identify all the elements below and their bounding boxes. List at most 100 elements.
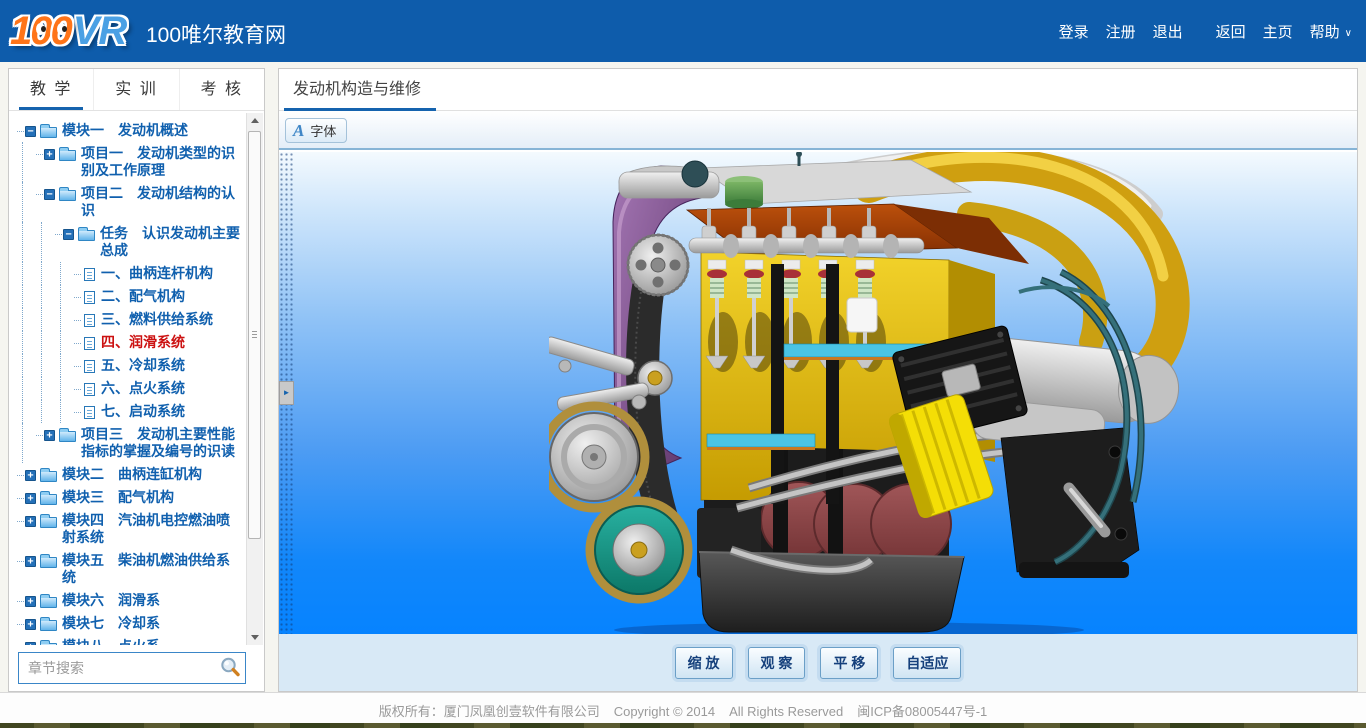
header-link-back[interactable]: 返回 xyxy=(1216,21,1246,42)
sidebar-tab-teaching[interactable]: 教 学 xyxy=(9,69,93,110)
tree-item-label: 六、点火系统 xyxy=(101,380,185,397)
expand-expander-icon[interactable]: + xyxy=(25,596,36,607)
magnifier-icon xyxy=(219,656,241,678)
footer: 版权所有：厦门凤凰创壹软件有限公司Copyright © 2014All Rig… xyxy=(0,692,1366,728)
folder-icon xyxy=(40,517,57,528)
chapter-search-input[interactable] xyxy=(19,660,217,676)
collapse-expander-icon[interactable]: − xyxy=(63,229,74,240)
tree-item-module-1[interactable]: − 模块一 发动机概述 xyxy=(9,119,246,142)
header-link-home[interactable]: 主页 xyxy=(1263,21,1293,42)
document-icon xyxy=(84,314,95,327)
tree-connector xyxy=(74,320,81,321)
tree-guide-line xyxy=(41,377,42,400)
font-a-icon: A xyxy=(293,122,304,139)
tree-item-label: 模块八 点火系 xyxy=(62,638,160,645)
tree-item-project-1[interactable]: +项目一 发动机类型的识别及工作原理 xyxy=(9,142,246,182)
tree-connector xyxy=(74,297,81,298)
tree-item-label: 项目二 发动机结构的认识 xyxy=(81,185,242,219)
collapse-expander-icon[interactable]: − xyxy=(25,126,36,137)
expand-expander-icon[interactable]: + xyxy=(44,149,55,160)
tree-item-item-ignition[interactable]: 六、点火系统 xyxy=(9,377,246,400)
tree-guide-line xyxy=(60,308,61,331)
viewer-3d-canvas[interactable]: ► xyxy=(279,152,1357,634)
sidebar-tabs: 教 学实 训考 核 xyxy=(9,69,264,111)
sidebar-tab-assessment[interactable]: 考 核 xyxy=(179,69,264,110)
sidebar-collapse-button[interactable]: ► xyxy=(279,381,294,405)
tree-item-item-cooling[interactable]: 五、冷却系统 xyxy=(9,354,246,377)
logo-vr-text: VR xyxy=(73,9,127,54)
tree-guide-line xyxy=(41,308,42,331)
tab-engine-construction[interactable]: 发动机构造与维修 xyxy=(293,69,421,111)
tree-item-label: 模块四 汽油机电控燃油喷射系统 xyxy=(62,512,242,546)
tree-connector xyxy=(17,521,24,522)
viewer-button-zoom[interactable]: 缩 放 xyxy=(675,647,733,679)
folder-icon xyxy=(59,190,76,201)
tree-item-label: 模块二 曲柄连缸机构 xyxy=(62,466,202,483)
tree-connector xyxy=(17,475,24,476)
tree-guide-line xyxy=(22,377,23,400)
expand-expander-icon[interactable]: + xyxy=(25,493,36,504)
header-link-help[interactable]: 帮助∨ xyxy=(1310,21,1352,42)
tree-item-label: 模块一 发动机概述 xyxy=(62,122,188,139)
collapse-expander-icon[interactable]: − xyxy=(44,189,55,200)
engine-3d-model[interactable] xyxy=(549,152,1209,634)
viewer-button-observe[interactable]: 观 察 xyxy=(748,647,806,679)
tree-item-project-2[interactable]: − 项目二 发动机结构的认识 xyxy=(9,182,246,222)
expand-expander-icon[interactable]: + xyxy=(25,642,36,645)
tree-item-item-starting[interactable]: 七、启动系统 xyxy=(9,400,246,423)
tree-item-module-4[interactable]: + 模块四 汽油机电控燃油喷射系统 xyxy=(9,509,246,549)
tree-item-task-main-assembly[interactable]: − 任务 认识发动机主要总成 xyxy=(9,222,246,262)
tree-item-item-valve-train[interactable]: 二、配气机构 xyxy=(9,285,246,308)
chapter-tree: −模块一 发动机概述+项目一 发动机类型的识别及工作原理−项目二 发动机结构的认… xyxy=(9,113,246,645)
tree-connector xyxy=(36,435,43,436)
tree-guide-line xyxy=(22,142,23,182)
expand-expander-icon[interactable]: + xyxy=(25,619,36,630)
scroll-down-arrow[interactable] xyxy=(247,629,263,645)
tree-connector xyxy=(17,624,24,625)
viewer-button-autofit[interactable]: 自适应 xyxy=(893,647,961,679)
search-button[interactable] xyxy=(217,655,243,681)
tree-item-module-7[interactable]: + 模块七 冷却系 xyxy=(9,612,246,635)
tree-guide-line xyxy=(22,331,23,354)
panel-splitter[interactable]: ► xyxy=(279,152,294,634)
expand-expander-icon[interactable]: + xyxy=(25,516,36,527)
tree-item-module-8[interactable]: + 模块八 点火系 xyxy=(9,635,246,645)
sidebar-tab-training[interactable]: 实 训 xyxy=(93,69,178,110)
viewer-button-pan[interactable]: 平 移 xyxy=(820,647,878,679)
tree-item-module-5[interactable]: +模块五 柴油机燃油供给系统 xyxy=(9,549,246,589)
site-logo[interactable]: 100 VR xyxy=(10,7,126,55)
scrollbar-thumb[interactable] xyxy=(248,131,261,539)
tree-item-module-2[interactable]: + 模块二 曲柄连缸机构 xyxy=(9,463,246,486)
tree-scrollbar[interactable] xyxy=(246,113,263,645)
tree-item-module-6[interactable]: + 模块六 润滑系 xyxy=(9,589,246,612)
logo-100-text: 100 xyxy=(10,9,71,54)
tree-item-label: 一、曲柄连杆机构 xyxy=(101,265,213,282)
header-link-login[interactable]: 登录 xyxy=(1059,21,1089,42)
tree-connector xyxy=(17,561,24,562)
header-link-register[interactable]: 注册 xyxy=(1106,21,1136,42)
expand-expander-icon[interactable]: + xyxy=(44,430,55,441)
tree-item-item-lubrication[interactable]: 四、润滑系统 xyxy=(9,331,246,354)
tree-guide-line xyxy=(60,285,61,308)
scroll-up-arrow[interactable] xyxy=(247,113,263,129)
tree-item-module-3[interactable]: +模块三 配气机构 xyxy=(9,486,246,509)
document-icon xyxy=(84,406,95,419)
header-link-logout[interactable]: 退出 xyxy=(1153,21,1183,42)
tree-connector xyxy=(17,498,24,499)
tree-guide-line xyxy=(60,400,61,423)
chapter-search-box xyxy=(18,652,246,684)
folder-icon xyxy=(40,494,57,505)
tree-item-label: 模块七 冷却系 xyxy=(62,615,160,632)
footer-text-part: 闽ICP备08005447号-1 xyxy=(857,704,987,719)
tree-item-project-3[interactable]: +项目三 发动机主要性能指标的掌握及编号的识读 xyxy=(9,423,246,463)
tree-item-item-fuel-supply[interactable]: 三、燃料供给系统 xyxy=(9,308,246,331)
tree-item-item-crank-rod[interactable]: 一、曲柄连杆机构 xyxy=(9,262,246,285)
tree-item-label: 模块六 润滑系 xyxy=(62,592,160,609)
font-button[interactable]: A 字体 xyxy=(285,118,347,143)
folder-icon xyxy=(59,431,76,442)
expand-expander-icon[interactable]: + xyxy=(25,556,36,567)
tree-item-label: 任务 认识发动机主要总成 xyxy=(100,225,242,259)
expand-expander-icon[interactable]: + xyxy=(25,470,36,481)
document-icon xyxy=(84,383,95,396)
sidebar-panel: 教 学实 训考 核 −模块一 发动机概述+项目一 发动机类型的识别及工作原理−项… xyxy=(8,68,265,692)
